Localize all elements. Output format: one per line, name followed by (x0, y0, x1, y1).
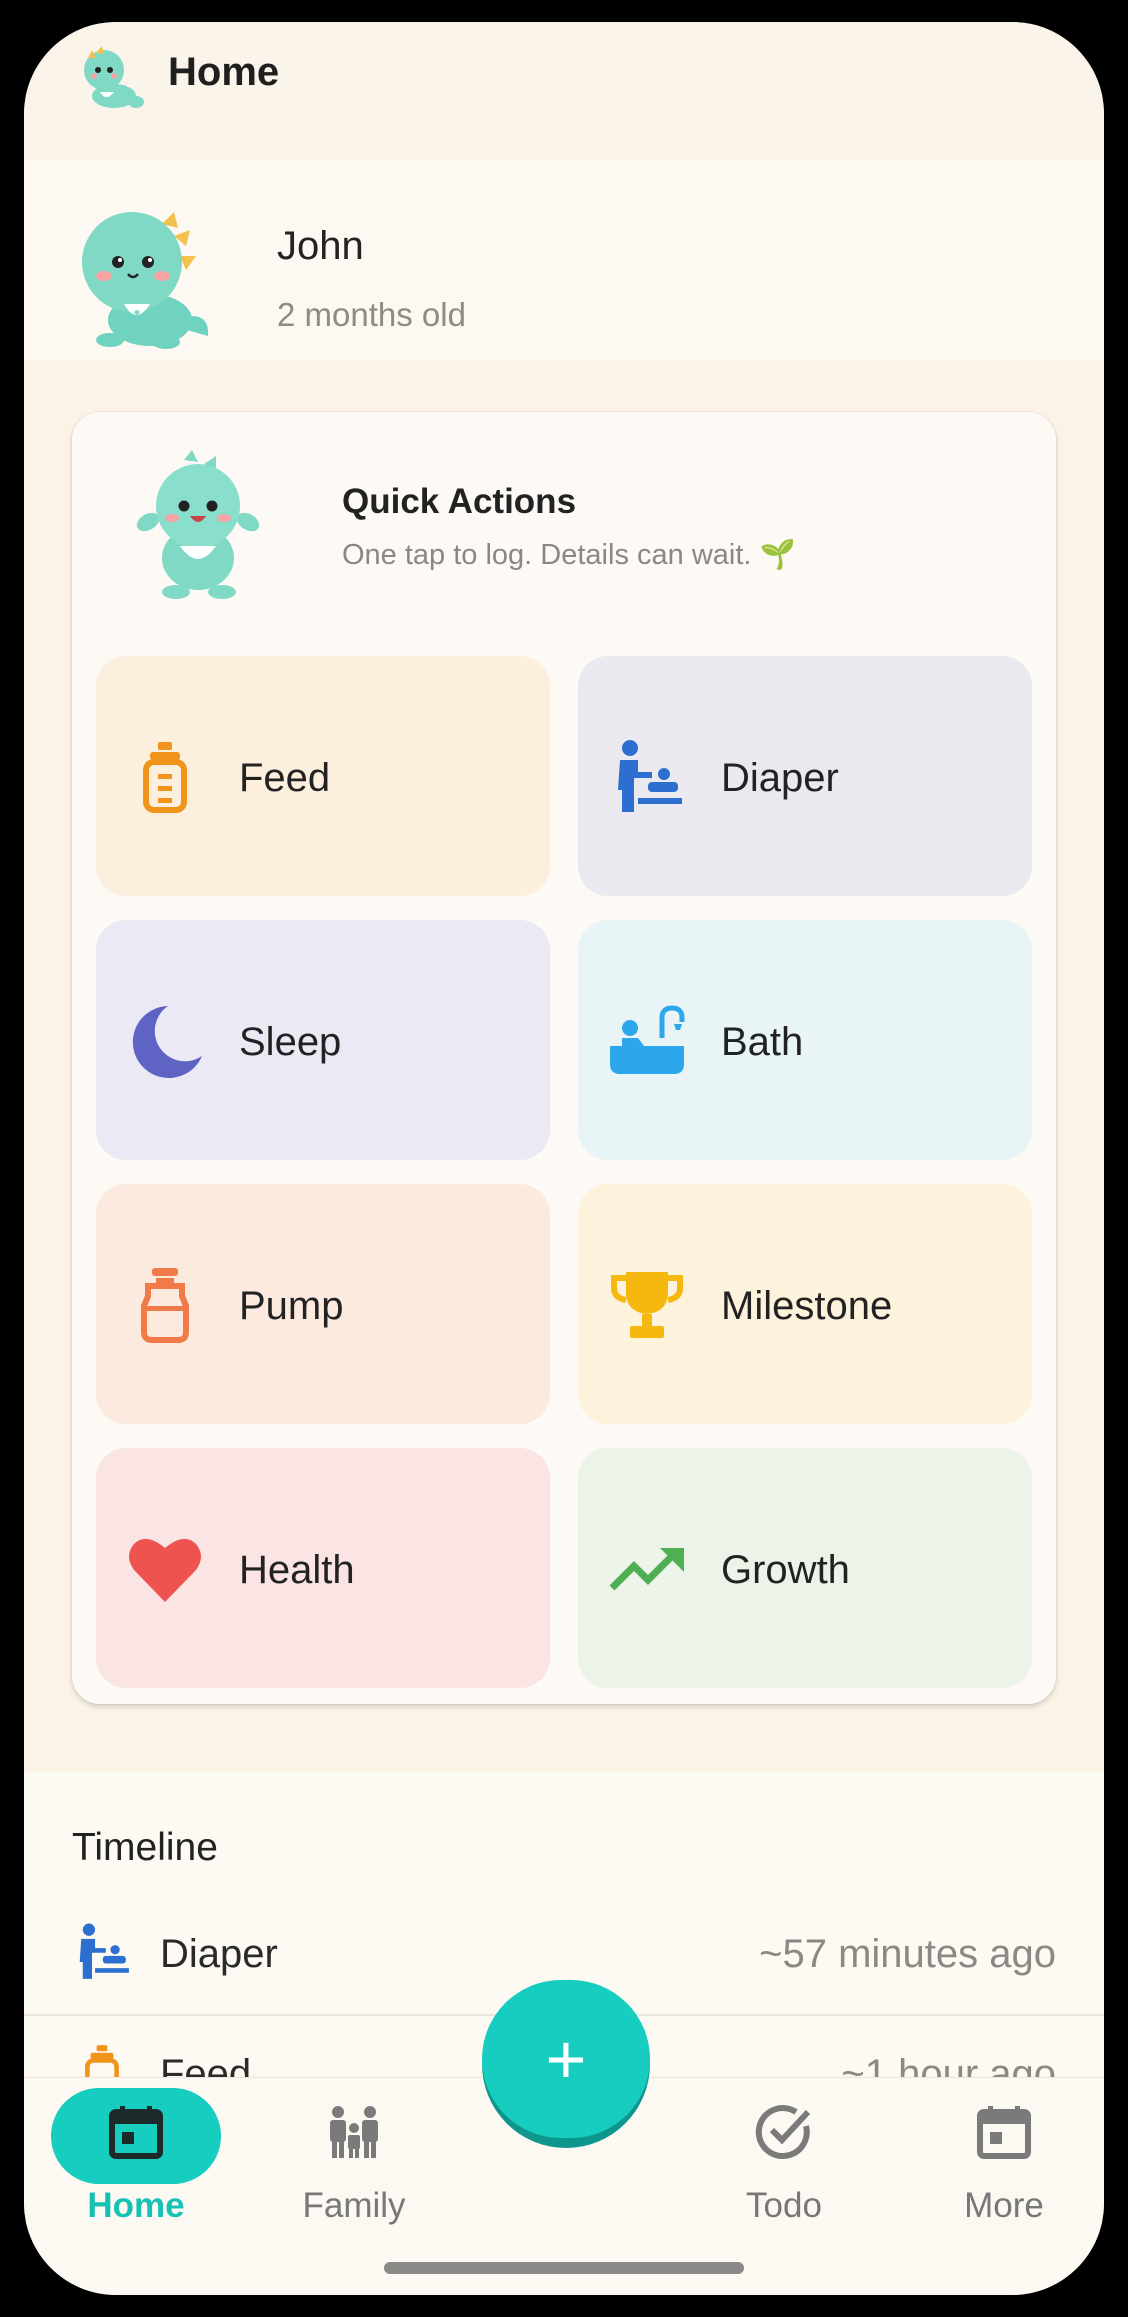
baby-profile[interactable]: John 2 months old (24, 160, 1104, 360)
nav-more[interactable]: More (904, 2078, 1104, 2238)
device-frame: Home John 2 months old Quick Actions One… (0, 0, 1128, 2317)
pump-label: Pump (239, 1284, 344, 1328)
trophy-icon (611, 1272, 683, 1338)
timeline-item[interactable]: Diaper ~57 minutes ago (24, 1894, 1104, 1992)
nav-family[interactable]: Family (254, 2078, 454, 2238)
home-indicator[interactable] (384, 2262, 744, 2274)
nav-home[interactable]: Home (36, 2078, 236, 2238)
family-icon (330, 2106, 378, 2158)
bath-label: Bath (721, 1020, 804, 1064)
sleep-tile[interactable]: Sleep (96, 920, 550, 1160)
timeline-item-time: ~57 minutes ago (759, 1932, 1056, 1976)
nav-home-label: Home (87, 2186, 185, 2225)
quick-actions-title: Quick Actions (342, 482, 577, 521)
feed-label: Feed (239, 756, 331, 800)
diaper-label: Diaper (721, 756, 839, 800)
nav-todo[interactable]: Todo (684, 2078, 884, 2238)
sleep-label: Sleep (239, 1020, 342, 1064)
trending-up-icon (609, 1548, 684, 1591)
feed-tile[interactable]: Feed (96, 656, 550, 896)
plus-icon: + (545, 2020, 587, 2098)
milestone-tile[interactable]: Milestone (578, 1184, 1032, 1424)
app-bar: Home (24, 22, 1104, 160)
health-label: Health (239, 1548, 355, 1592)
baby-avatar (82, 212, 209, 349)
diaper-tile[interactable]: Diaper (578, 656, 1032, 896)
milestone-label: Milestone (721, 1284, 893, 1328)
app-screen: Home John 2 months old Quick Actions One… (24, 22, 1104, 2295)
baby-changing-icon (618, 740, 682, 812)
nav-todo-label: Todo (746, 2186, 822, 2225)
quick-actions-subtitle: One tap to log. Details can wait. 🌱 (342, 539, 796, 571)
bathtub-icon (610, 1005, 685, 1074)
check-circle-icon (755, 2105, 811, 2160)
dino-logo-icon (84, 46, 144, 108)
growth-tile[interactable]: Growth (578, 1448, 1032, 1688)
bath-tile[interactable]: Bath (578, 920, 1032, 1160)
nav-family-label: Family (302, 2186, 406, 2225)
heart-icon (129, 1538, 201, 1602)
calendar-more-icon (977, 2106, 1031, 2159)
health-tile[interactable]: Health (96, 1448, 550, 1688)
nav-more-label: More (964, 2186, 1044, 2225)
growth-label: Growth (721, 1548, 850, 1592)
page-title: Home (168, 50, 280, 94)
pump-tile[interactable]: Pump (96, 1184, 550, 1424)
quick-actions-card: Quick Actions One tap to log. Details ca… (72, 412, 1056, 1704)
add-entry-button[interactable]: + (482, 1980, 650, 2138)
dino-mascot-icon (136, 450, 260, 599)
timeline-item-label: Diaper (160, 1932, 278, 1976)
baby-age: 2 months old (277, 296, 466, 333)
calendar-icon (109, 2106, 163, 2159)
baby-changing-icon (79, 1923, 129, 1979)
moon-icon (132, 1006, 202, 1078)
baby-name: John (277, 224, 364, 268)
pump-bottle-icon (141, 1268, 189, 1343)
timeline-title: Timeline (72, 1826, 218, 1869)
bottle-icon (143, 742, 187, 813)
